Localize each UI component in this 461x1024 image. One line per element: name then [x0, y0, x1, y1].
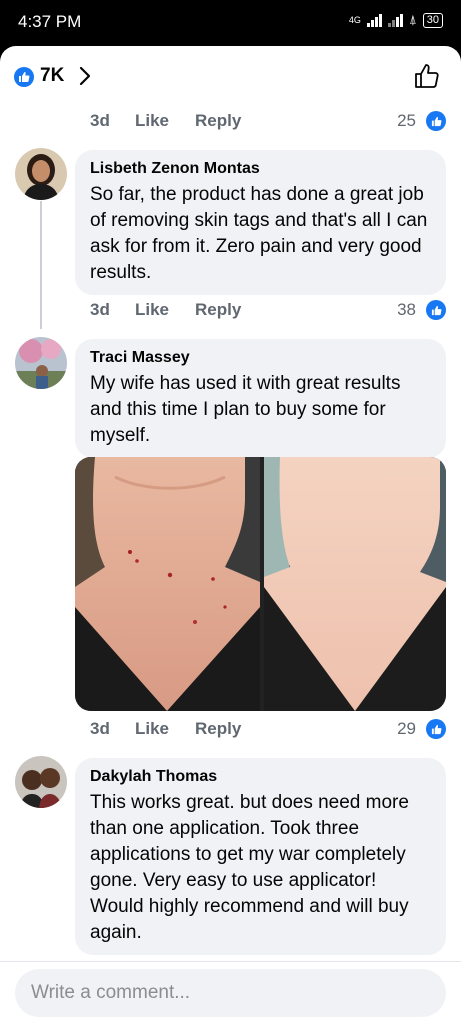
comment-composer-bar: Write a comment... [0, 961, 461, 1024]
alarm-icon: ⍋ [408, 12, 417, 27]
status-time: 4:37 PM [18, 12, 82, 31]
comment-bubble: Dakylah Thomas This works great. but doe… [75, 758, 446, 955]
comment-author[interactable]: Dakylah Thomas [90, 767, 432, 787]
comment-age: 3d [90, 300, 110, 319]
comment-author[interactable]: Lisbeth Zenon Montas [90, 159, 432, 179]
status-icons: 4G ⍋ 30 [349, 12, 443, 28]
like-link[interactable]: Like [135, 719, 169, 739]
comment-photo[interactable] [75, 457, 446, 711]
avatar[interactable] [15, 756, 67, 808]
comment-bubble: Lisbeth Zenon Montas So far, the product… [75, 150, 446, 295]
status-bar: 4:37 PM 4G ⍋ 30 [0, 0, 461, 46]
comment-age: 3d [90, 719, 110, 738]
like-outline-icon[interactable] [413, 62, 441, 90]
reply-link[interactable]: Reply [195, 300, 241, 320]
like-reaction-icon [426, 300, 446, 320]
like-link[interactable]: Like [135, 300, 169, 320]
comment-text: This works great. but does need more tha… [90, 792, 409, 943]
chevron-right-icon[interactable] [78, 65, 92, 87]
reaction-count[interactable]: 7K [40, 65, 64, 87]
comment-actions: 3d Like Reply 25 [90, 111, 446, 133]
reaction-count[interactable]: 29 [397, 719, 416, 739]
comment-input[interactable]: Write a comment... [15, 969, 446, 1017]
comment-actions: 3d Like Reply 38 [90, 300, 446, 322]
signal-icon [366, 13, 382, 27]
comments-header: 7K [0, 46, 461, 108]
avatar[interactable] [15, 337, 67, 389]
like-reaction-icon[interactable] [14, 67, 34, 87]
reply-link[interactable]: Reply [195, 111, 241, 131]
reply-link[interactable]: Reply [195, 719, 241, 739]
comment-author[interactable]: Traci Massey [90, 348, 432, 368]
thread-line [40, 201, 42, 329]
like-reaction-icon [426, 719, 446, 739]
signal-icon-2 [387, 13, 403, 27]
comment-bubble: Traci Massey My wife has used it with gr… [75, 339, 446, 458]
network-type: 4G [348, 15, 361, 25]
comment-text: My wife has used it with great results a… [90, 373, 401, 446]
comment-actions: 3d Like Reply 29 [90, 719, 446, 741]
comments-sheet: 7K 3d Like Reply 25 Lisbeth Zenon Montas… [0, 46, 461, 1024]
battery-icon: 30 [422, 12, 443, 28]
comment-text: So far, the product has done a great job… [90, 184, 428, 283]
like-link[interactable]: Like [135, 111, 169, 131]
reaction-count[interactable]: 38 [397, 300, 416, 320]
avatar[interactable] [15, 148, 67, 200]
like-reaction-icon [426, 111, 446, 131]
comment-age: 3d [90, 111, 110, 130]
reaction-count[interactable]: 25 [397, 111, 416, 131]
